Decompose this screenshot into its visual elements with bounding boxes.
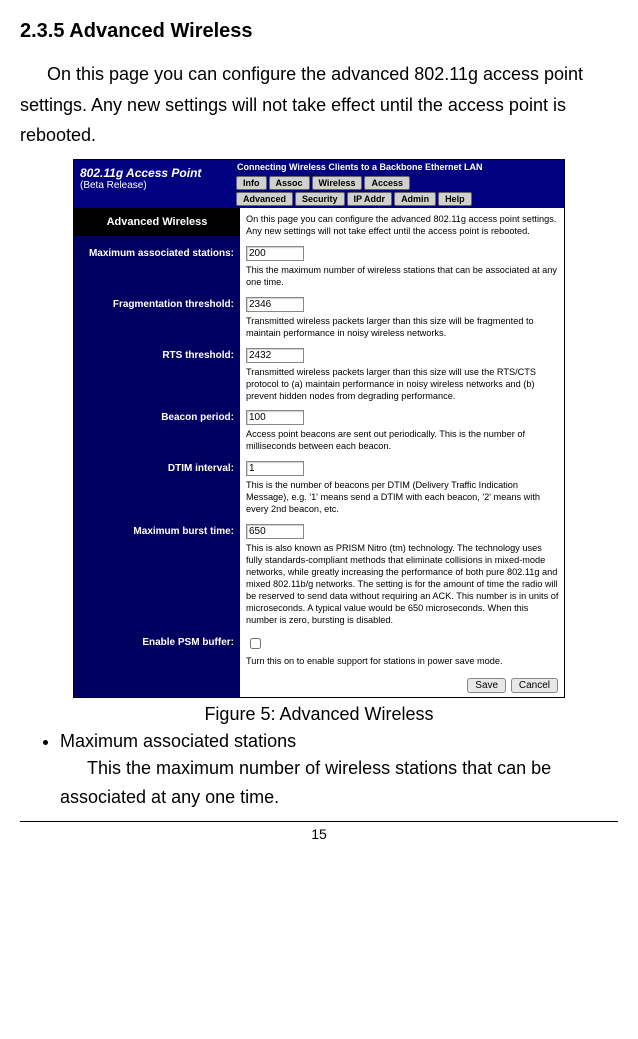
- input-dtim[interactable]: [246, 461, 304, 476]
- tab-row-2: Advanced Security IP Addr Admin Help: [232, 192, 564, 206]
- panel-description: On this page you can configure the advan…: [246, 214, 560, 238]
- section-heading: 2.3.5 Advanced Wireless: [20, 20, 618, 43]
- label-max-stations: Maximum associated stations:: [74, 244, 240, 295]
- ap-header: 802.11g Access Point (Beta Release): [74, 160, 232, 208]
- input-beacon[interactable]: [246, 410, 304, 425]
- bullet-item: Maximum associated stations: [60, 731, 618, 752]
- input-frag[interactable]: [246, 297, 304, 312]
- label-rts: RTS threshold:: [74, 346, 240, 409]
- checkbox-psm[interactable]: [250, 638, 261, 649]
- input-max-stations[interactable]: [246, 246, 304, 261]
- banner-text: Connecting Wireless Clients to a Backbon…: [232, 160, 564, 176]
- ap-subtitle: (Beta Release): [80, 180, 226, 191]
- desc-burst: This is also known as PRISM Nitro (tm) t…: [246, 543, 560, 627]
- label-beacon: Beacon period:: [74, 408, 240, 459]
- tab-security[interactable]: Security: [295, 192, 345, 206]
- input-rts[interactable]: [246, 348, 304, 363]
- ap-title: 802.11g Access Point: [80, 166, 226, 180]
- tab-wireless[interactable]: Wireless: [312, 176, 363, 190]
- label-frag: Fragmentation threshold:: [74, 295, 240, 346]
- screenshot-panel: 802.11g Access Point (Beta Release) Conn…: [73, 159, 565, 698]
- label-dtim: DTIM interval:: [74, 459, 240, 522]
- input-burst[interactable]: [246, 524, 304, 539]
- tab-access[interactable]: Access: [364, 176, 410, 190]
- tab-ipaddr[interactable]: IP Addr: [347, 192, 393, 206]
- desc-frag: Transmitted wireless packets larger than…: [246, 316, 560, 340]
- tab-assoc[interactable]: Assoc: [269, 176, 310, 190]
- tab-row-1: Info Assoc Wireless Access: [232, 176, 564, 190]
- bullet-description: This the maximum number of wireless stat…: [60, 754, 618, 812]
- cancel-button[interactable]: Cancel: [511, 678, 558, 693]
- figure-caption: Figure 5: Advanced Wireless: [20, 704, 618, 725]
- desc-dtim: This is the number of beacons per DTIM (…: [246, 480, 560, 516]
- desc-beacon: Access point beacons are sent out period…: [246, 429, 560, 453]
- desc-psm: Turn this on to enable support for stati…: [246, 656, 560, 668]
- tab-help[interactable]: Help: [438, 192, 472, 206]
- panel-title: Advanced Wireless: [74, 208, 240, 236]
- desc-rts: Transmitted wireless packets larger than…: [246, 367, 560, 403]
- desc-max-stations: This the maximum number of wireless stat…: [246, 265, 560, 289]
- label-psm: Enable PSM buffer:: [74, 633, 240, 674]
- tab-admin[interactable]: Admin: [394, 192, 436, 206]
- page-number: 15: [20, 826, 618, 842]
- intro-paragraph: On this page you can configure the advan…: [20, 59, 618, 151]
- tab-info[interactable]: Info: [236, 176, 267, 190]
- label-burst: Maximum burst time:: [74, 522, 240, 633]
- tab-advanced[interactable]: Advanced: [236, 192, 293, 206]
- save-button[interactable]: Save: [467, 678, 506, 693]
